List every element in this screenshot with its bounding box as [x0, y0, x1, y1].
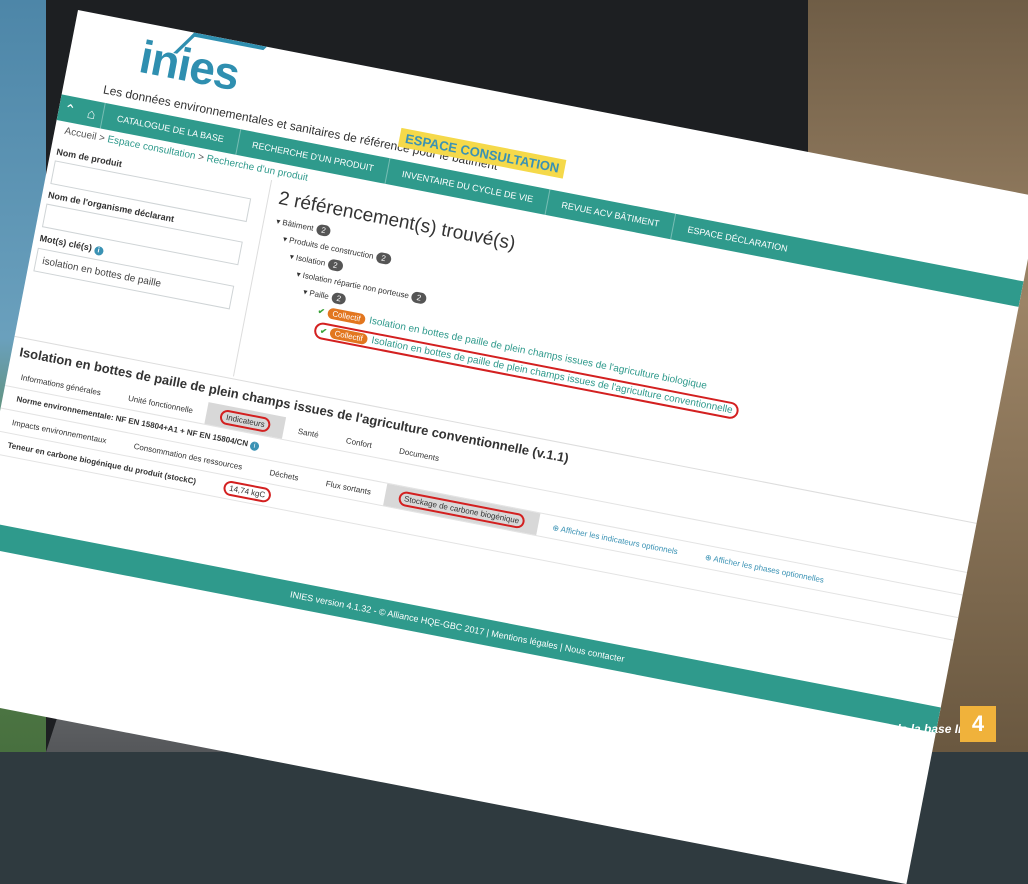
- nav-espace-declaration[interactable]: ESPACE DÉCLARATION: [670, 213, 804, 265]
- search-sidebar: Nom de produit Nom de l'organisme déclar…: [17, 140, 264, 368]
- breadcrumb-home[interactable]: Accueil: [64, 126, 98, 143]
- inies-logo[interactable]: inies: [135, 29, 267, 101]
- tab-confort[interactable]: Confort: [332, 433, 387, 452]
- nav-revue-acv[interactable]: REVUE ACV BÂTIMENT: [544, 189, 676, 240]
- check-icon: ✔: [319, 326, 328, 337]
- info-icon[interactable]: i: [93, 245, 104, 257]
- subtab-dechets[interactable]: Déchets: [255, 465, 313, 485]
- info-icon[interactable]: i: [249, 440, 260, 452]
- collectif-badge: Collectif: [326, 307, 367, 326]
- collectif-badge: Collectif: [328, 327, 369, 346]
- tab-sante[interactable]: Santé: [284, 424, 334, 442]
- photo-caption: Maquette créée par © Temaphoto / Evanto …: [490, 722, 983, 736]
- page-number-badge: 4: [960, 706, 996, 742]
- check-icon: ✔: [317, 306, 326, 317]
